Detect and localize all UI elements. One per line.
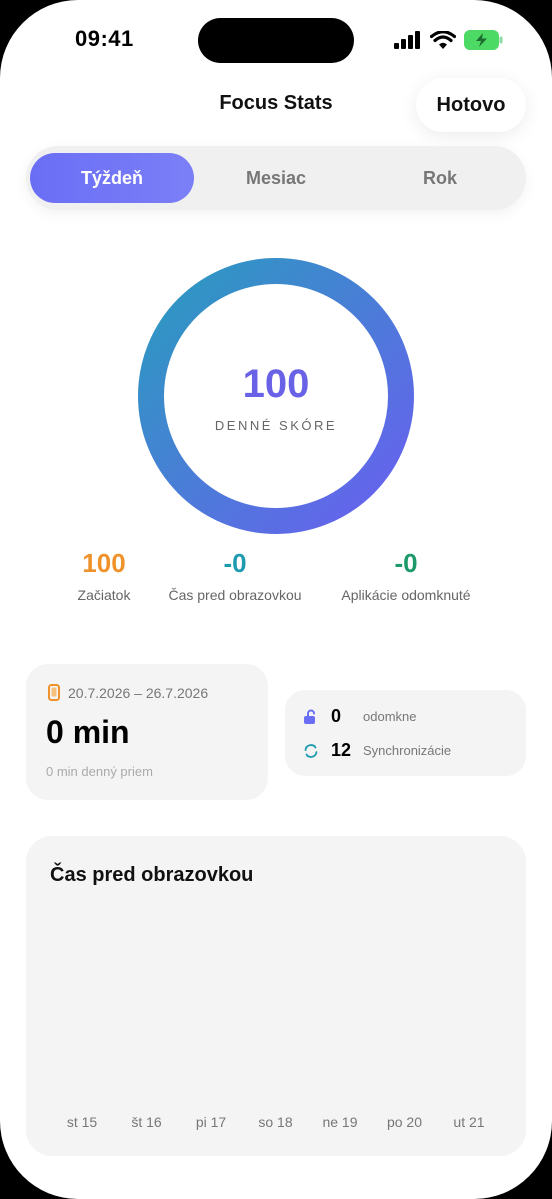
status-icons [394,30,504,50]
x-tick-label: ne 19 [322,1114,358,1130]
battery-charging-icon [464,30,503,50]
phone-icon [48,684,60,701]
stat-screen-time-value: -0 [223,548,247,578]
sync-value: 12 [331,740,352,760]
segment-week[interactable]: Týždeň [30,153,194,203]
x-tick-label: po 20 [386,1114,423,1130]
unlocks-label: odomkne [363,709,417,724]
stat-screen-time-label: Čas pred obrazovkou [168,587,302,603]
x-tick-label: st 15 [66,1114,98,1130]
daily-score-label: DENNÉ SKÓRE [214,418,338,433]
wifi-icon [430,30,456,49]
done-button[interactable]: Hotovo [416,78,526,132]
sync-icon [304,743,318,758]
week-range-text: 20.7.2026 – 26.7.2026 [68,684,209,701]
period-segmented-control: Týždeň Mesiac Rok [26,146,526,210]
stat-apps-unlocked-value: -0 [394,548,418,578]
unlocks-row: 0 odomkne [303,706,416,727]
week-daily-average: 0 min denný priem [46,764,153,779]
unlock-icon [304,709,315,724]
phone-screen: 09:41 Focus Stats Hotovo Týždeň Mesiac R… [0,0,552,1199]
chart-title: Čas pred obrazovkou [50,864,254,886]
stat-start-label: Začiatok [77,587,131,603]
dynamic-island [198,18,354,63]
week-total-time: 0 min [46,714,130,750]
week-summary-card[interactable]: 20.7.2026 – 26.7.2026 0 min 0 min denný … [26,664,268,800]
cellular-signal-icon [394,31,420,49]
x-tick-label: ut 21 [453,1114,485,1130]
stat-start-value: 100 [82,548,126,578]
stat-apps-unlocked-label: Aplikácie odomknuté [341,587,471,603]
daily-score-ring: 100 DENNÉ SKÓRE [138,258,414,534]
segment-year[interactable]: Rok [358,153,522,203]
sync-label: Synchronizácie [363,743,452,758]
x-tick-label: so 18 [258,1114,293,1130]
x-tick-label: št 16 [131,1114,162,1130]
sync-row: 12 Synchronizácie [303,740,451,761]
screen-time-chart-card: Čas pred obrazovkou st 15 št 16 pi 17 so 18… [26,836,526,1156]
status-time: 09:41 [75,26,134,51]
stat-start: 100 Začiatok [54,548,154,603]
week-range: 20.7.2026 – 26.7.2026 [48,684,208,701]
stat-screen-time: -0 Čas pred obrazovkou [150,548,320,603]
x-tick-label: pi 17 [195,1114,227,1130]
stat-apps-unlocked: -0 Aplikácie odomknuté [320,548,492,603]
segment-month[interactable]: Mesiac [194,153,358,203]
unlocks-value: 0 [331,706,342,726]
daily-score-value: 100 [242,362,310,406]
unlocks-sync-card[interactable]: 0 odomkne 12 Synchronizácie [285,690,526,776]
